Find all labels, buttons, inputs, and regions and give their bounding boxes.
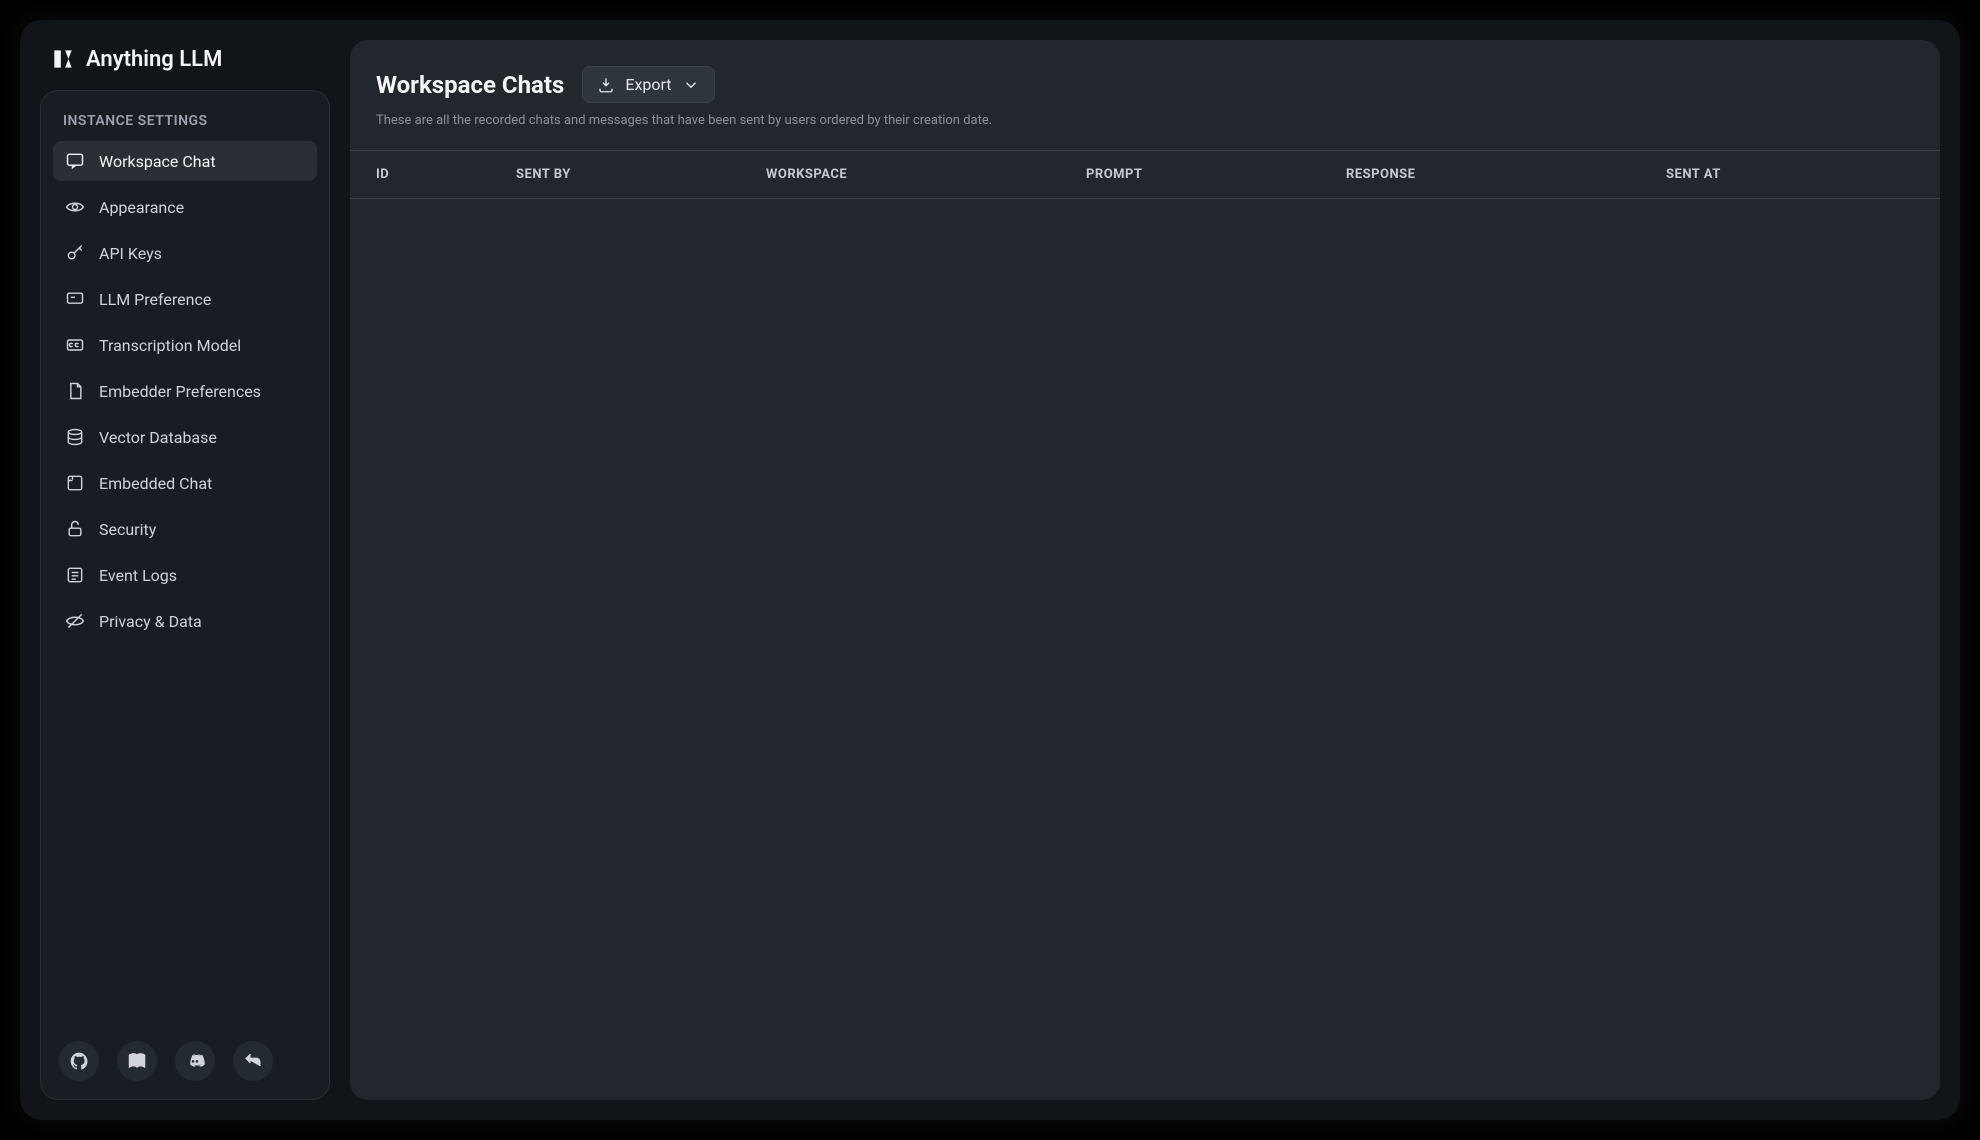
- download-icon: [597, 76, 615, 94]
- sidebar-footer: [53, 1031, 317, 1085]
- sidebar-item-label: Privacy & Data: [99, 612, 202, 631]
- brand: Anything LLM: [40, 40, 330, 90]
- sidebar-item-vector-database[interactable]: Vector Database: [53, 417, 317, 457]
- sidebar-item-label: API Keys: [99, 244, 162, 263]
- sidebar-item-label: Vector Database: [99, 428, 217, 447]
- brand-name: Anything LLM: [86, 47, 222, 72]
- sidebar-item-transcription-model[interactable]: Transcription Model: [53, 325, 317, 365]
- list-icon: [65, 565, 85, 585]
- chevron-down-icon: [682, 76, 700, 94]
- database-icon: [65, 427, 85, 447]
- th-workspace: WORKSPACE: [766, 167, 1086, 182]
- eye-icon: [65, 197, 85, 217]
- sidebar-item-event-logs[interactable]: Event Logs: [53, 555, 317, 595]
- discord-button[interactable]: [175, 1041, 215, 1081]
- sidebar-item-embedder-preferences[interactable]: Embedder Preferences: [53, 371, 317, 411]
- back-arrow-icon: [243, 1051, 263, 1071]
- brand-logo-icon: [50, 46, 76, 72]
- th-sent-by: SENT BY: [516, 167, 766, 182]
- sidebar-item-label: Transcription Model: [99, 336, 241, 355]
- app-window: Anything LLM INSTANCE SETTINGS Workspace…: [20, 20, 1960, 1120]
- back-button[interactable]: [233, 1041, 273, 1081]
- sidebar-panel: INSTANCE SETTINGS Workspace Chat Appeara…: [40, 90, 330, 1100]
- github-button[interactable]: [59, 1041, 99, 1081]
- table: ID SENT BY WORKSPACE PROMPT RESPONSE SEN…: [350, 150, 1940, 199]
- sidebar-item-label: LLM Preference: [99, 290, 211, 309]
- th-id: ID: [376, 167, 516, 182]
- docs-button[interactable]: [117, 1041, 157, 1081]
- sidebar-item-label: Security: [99, 520, 156, 539]
- eye-off-icon: [65, 611, 85, 631]
- main-header: Workspace Chats Export These are all the…: [350, 66, 1940, 128]
- sidebar-item-label: Workspace Chat: [99, 152, 216, 171]
- file-icon: [65, 381, 85, 401]
- book-icon: [127, 1051, 147, 1071]
- th-response: RESPONSE: [1346, 167, 1666, 182]
- main-panel: Workspace Chats Export These are all the…: [350, 40, 1940, 1100]
- key-icon: [65, 243, 85, 263]
- page-title: Workspace Chats: [376, 71, 564, 99]
- sidebar-item-privacy-data[interactable]: Privacy & Data: [53, 601, 317, 641]
- sidebar-item-label: Embedded Chat: [99, 474, 212, 493]
- sidebar-column: Anything LLM INSTANCE SETTINGS Workspace…: [40, 40, 330, 1100]
- sidebar-item-label: Appearance: [99, 198, 184, 217]
- sidebar-item-llm-preference[interactable]: LLM Preference: [53, 279, 317, 319]
- page-subtitle: These are all the recorded chats and mes…: [376, 113, 1914, 128]
- cc-icon: [65, 335, 85, 355]
- sidebar-item-label: Embedder Preferences: [99, 382, 261, 401]
- discord-icon: [185, 1051, 205, 1071]
- sidebar-item-embedded-chat[interactable]: Embedded Chat: [53, 463, 317, 503]
- title-row: Workspace Chats Export: [376, 66, 1914, 103]
- embed-icon: [65, 473, 85, 493]
- message-icon: [65, 289, 85, 309]
- sidebar-nav-list: Workspace Chat Appearance API Keys LLM P…: [53, 141, 317, 641]
- sidebar-item-workspace-chat[interactable]: Workspace Chat: [53, 141, 317, 181]
- sidebar-item-security[interactable]: Security: [53, 509, 317, 549]
- sidebar-section-title: INSTANCE SETTINGS: [53, 109, 317, 141]
- sidebar-item-label: Event Logs: [99, 566, 177, 585]
- table-header-row: ID SENT BY WORKSPACE PROMPT RESPONSE SEN…: [350, 151, 1940, 199]
- export-button[interactable]: Export: [582, 66, 714, 103]
- github-icon: [69, 1051, 89, 1071]
- chat-icon: [65, 151, 85, 171]
- th-prompt: PROMPT: [1086, 167, 1346, 182]
- th-sent-at: SENT AT: [1666, 167, 1914, 182]
- sidebar-item-appearance[interactable]: Appearance: [53, 187, 317, 227]
- lock-icon: [65, 519, 85, 539]
- sidebar-item-api-keys[interactable]: API Keys: [53, 233, 317, 273]
- export-label: Export: [625, 75, 671, 94]
